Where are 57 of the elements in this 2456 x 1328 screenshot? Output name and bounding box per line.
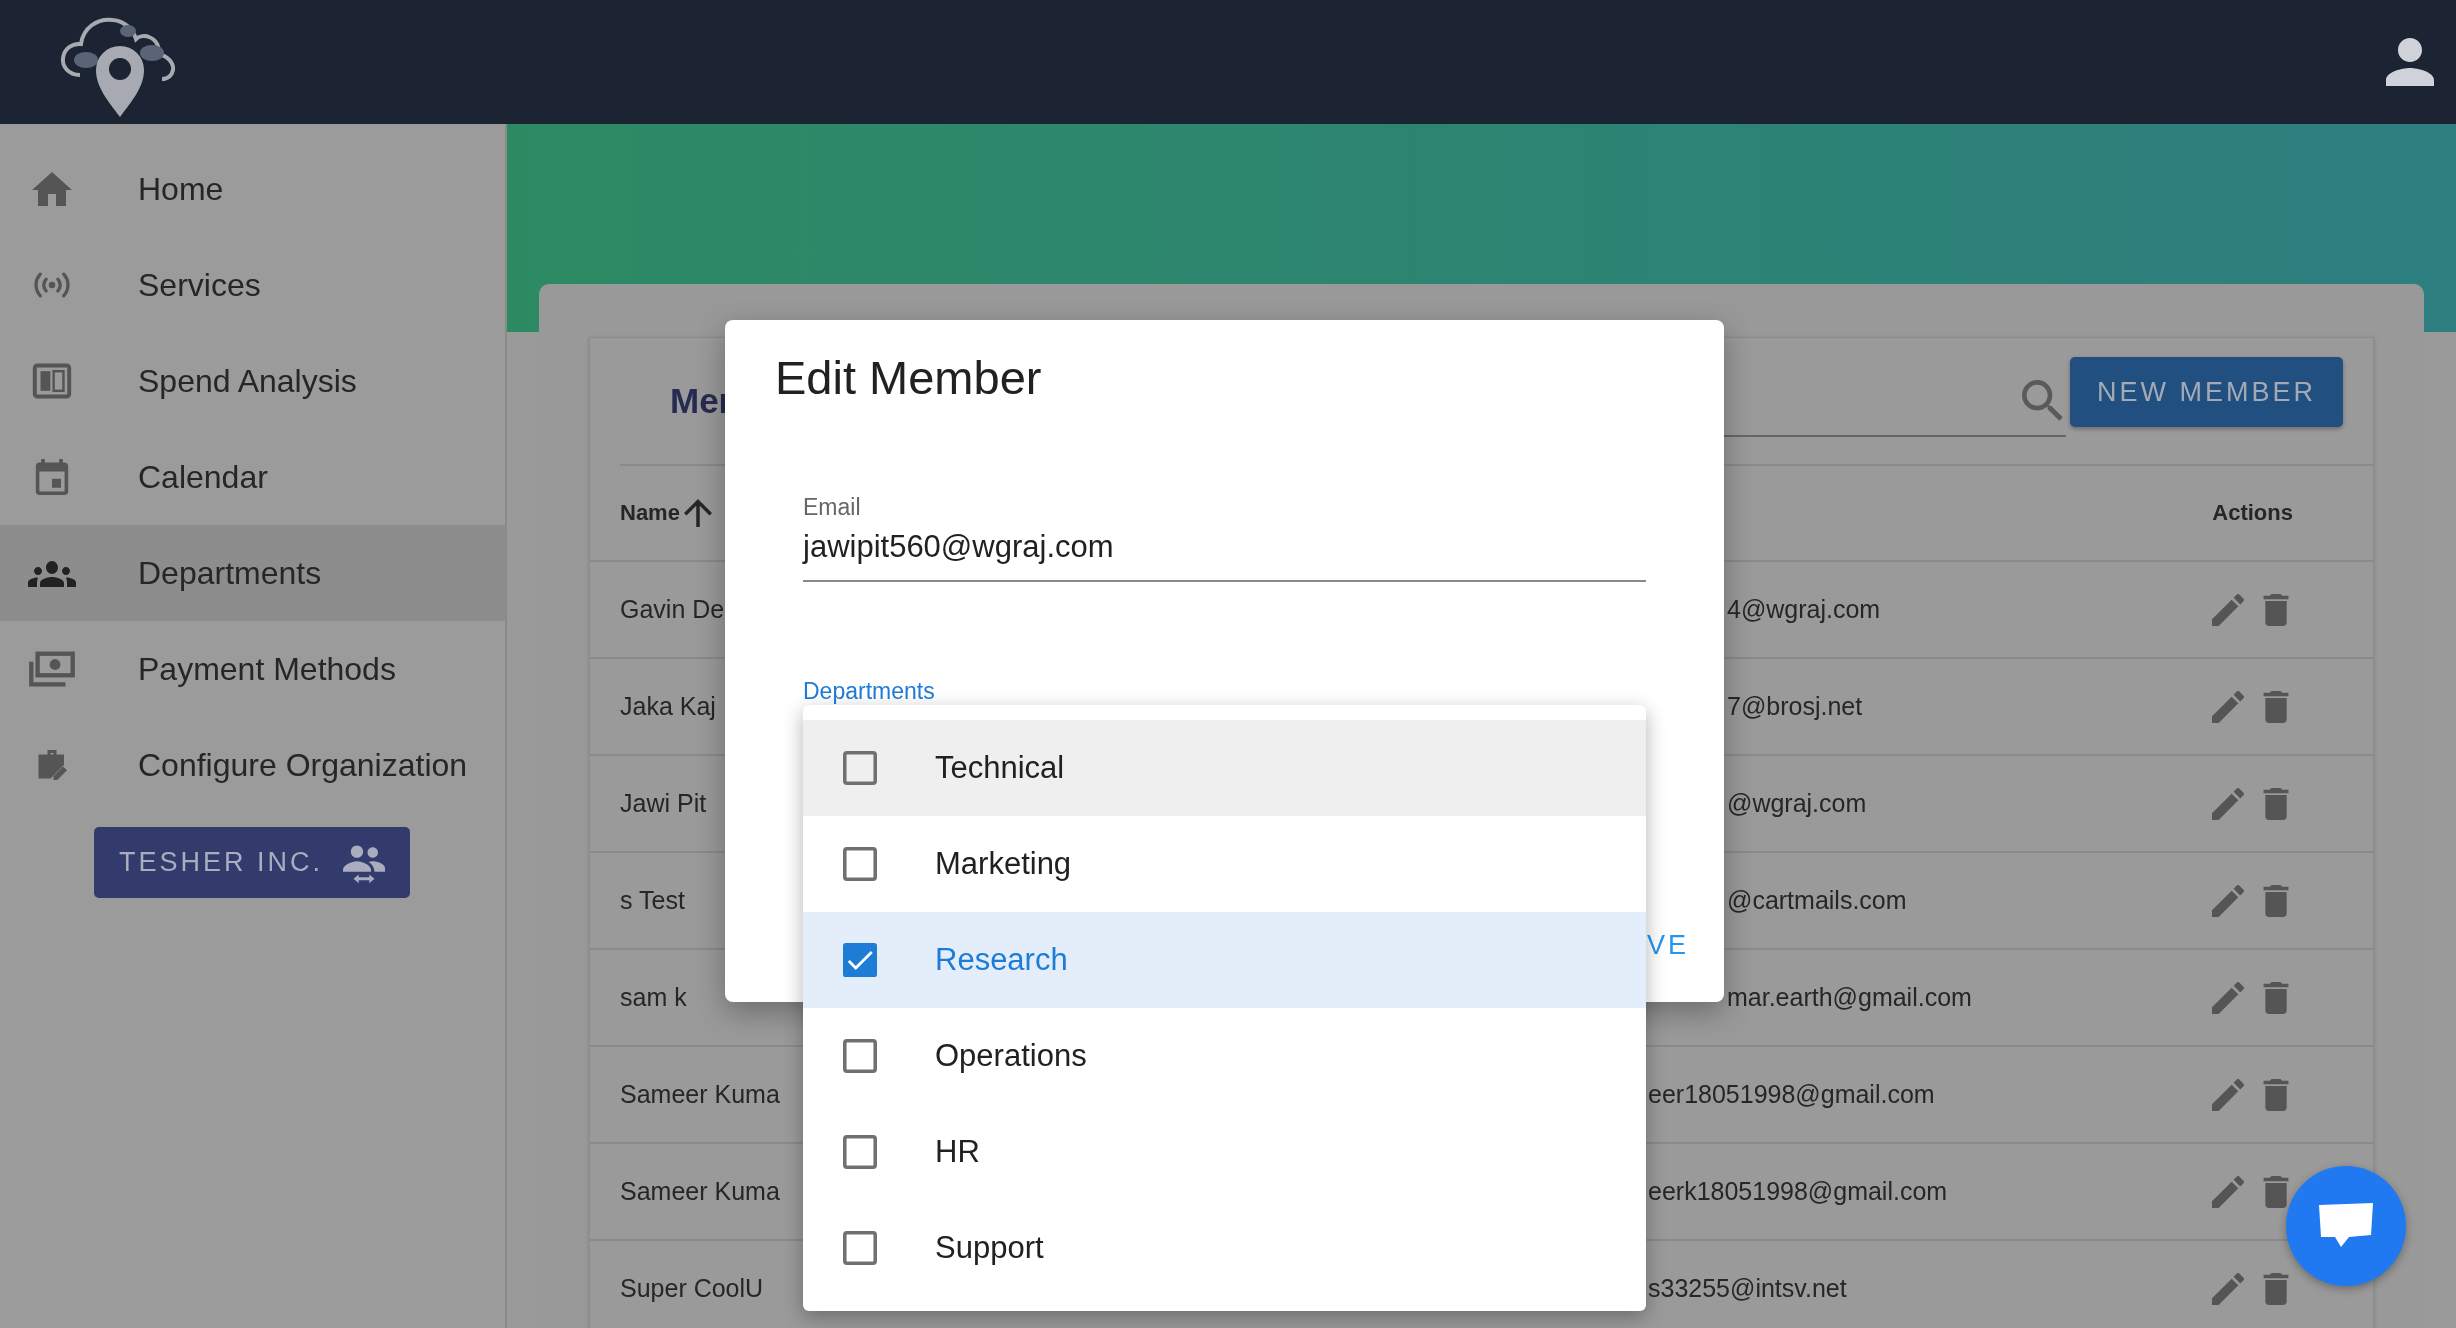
table-cell: Sameer Kuma xyxy=(620,1080,780,1109)
home-icon xyxy=(32,171,72,207)
menu-option[interactable]: Technical xyxy=(803,720,1646,816)
checkbox[interactable] xyxy=(843,1231,877,1265)
new-member-button[interactable]: NEW MEMBER xyxy=(2070,357,2343,427)
sidebar-item[interactable]: Calendar xyxy=(0,429,505,525)
edit-icon[interactable] xyxy=(2212,1272,2244,1305)
checkbox[interactable] xyxy=(843,751,877,785)
menu-option[interactable]: Marketing xyxy=(803,816,1646,912)
table-cell: @cartmails.com xyxy=(1727,886,1907,915)
table-cell: 4@wgraj.com xyxy=(1727,595,1881,624)
save-button[interactable]: VE xyxy=(1647,930,1690,961)
user-icon[interactable] xyxy=(2386,38,2434,86)
table-cell: 7@brosj.net xyxy=(1727,692,1863,721)
checkbox[interactable] xyxy=(843,1135,877,1169)
menu-option[interactable]: Support xyxy=(803,1200,1646,1296)
column-header: Actions xyxy=(2212,500,2293,526)
table-cell: eerk18051998@gmail.com xyxy=(1648,1177,1948,1206)
edit-icon[interactable] xyxy=(2212,593,2244,626)
checkbox[interactable] xyxy=(843,943,877,977)
menu-option[interactable]: Research xyxy=(803,912,1646,1008)
sidebar-item[interactable]: Services xyxy=(0,237,505,333)
arrow-up-icon[interactable] xyxy=(683,499,712,527)
table-cell: sam k xyxy=(620,983,687,1012)
edit-icon[interactable] xyxy=(2212,1078,2244,1111)
sidebar-item[interactable]: Payment Methods xyxy=(0,621,505,717)
edit-icon[interactable] xyxy=(2212,981,2244,1014)
edit-icon[interactable] xyxy=(2212,884,2244,917)
sidebar-item[interactable]: Home xyxy=(0,141,505,237)
table-cell: Sameer Kuma xyxy=(620,1177,780,1206)
edit-icon[interactable] xyxy=(2212,690,2244,723)
table-cell: s33255@intsv.net xyxy=(1648,1274,1847,1303)
sidebar-item[interactable]: Departments xyxy=(0,525,505,621)
column-header[interactable]: Name xyxy=(620,500,680,526)
email-field[interactable]: Email jawipit560@wgraj.com xyxy=(803,488,1646,582)
organization-button[interactable]: TESHER INC. xyxy=(94,827,410,898)
table-cell: eer18051998@gmail.com xyxy=(1648,1080,1935,1109)
field-label: Departments xyxy=(803,678,935,705)
table-cell: Super CoolU xyxy=(620,1274,764,1303)
menu-option[interactable]: Operations xyxy=(803,1008,1646,1104)
menu-option[interactable]: HR xyxy=(803,1104,1646,1200)
checkbox[interactable] xyxy=(843,847,877,881)
table-cell: Jawi Pit xyxy=(620,789,707,818)
sidebar-item[interactable]: Configure Organization xyxy=(0,717,505,813)
cash-icon xyxy=(28,651,76,687)
dialog-title: Edit Member xyxy=(775,350,1042,405)
number-board-icon xyxy=(32,363,72,399)
sidebar-item[interactable]: Spend Analysis xyxy=(0,333,505,429)
table-cell: s Test xyxy=(620,886,685,915)
edit-icon[interactable] xyxy=(2212,787,2244,820)
checkbox[interactable] xyxy=(843,1039,877,1073)
table-cell: Gavin De xyxy=(620,595,725,624)
table-cell: mar.earth@gmail.com xyxy=(1727,983,1972,1012)
table-cell: Jaka Kaj xyxy=(620,692,716,721)
table-cell: @wgraj.com xyxy=(1727,789,1867,818)
edit-icon[interactable] xyxy=(2212,1175,2244,1208)
search-icon[interactable] xyxy=(2022,380,2064,422)
